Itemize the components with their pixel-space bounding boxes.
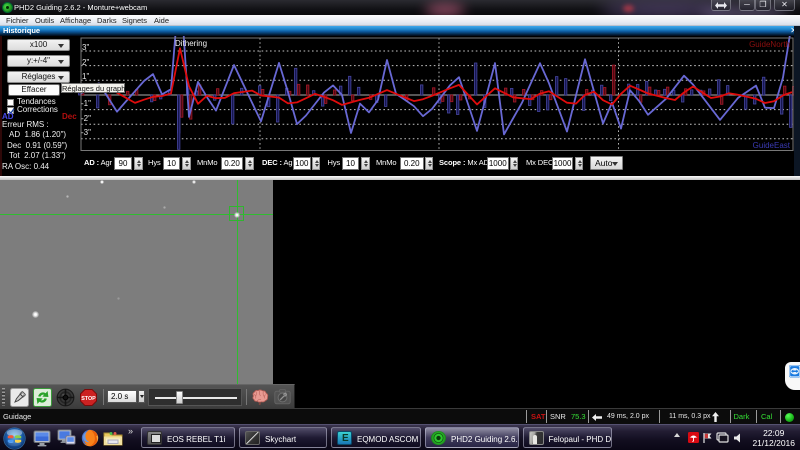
- svg-text:STOP: STOP: [81, 396, 96, 402]
